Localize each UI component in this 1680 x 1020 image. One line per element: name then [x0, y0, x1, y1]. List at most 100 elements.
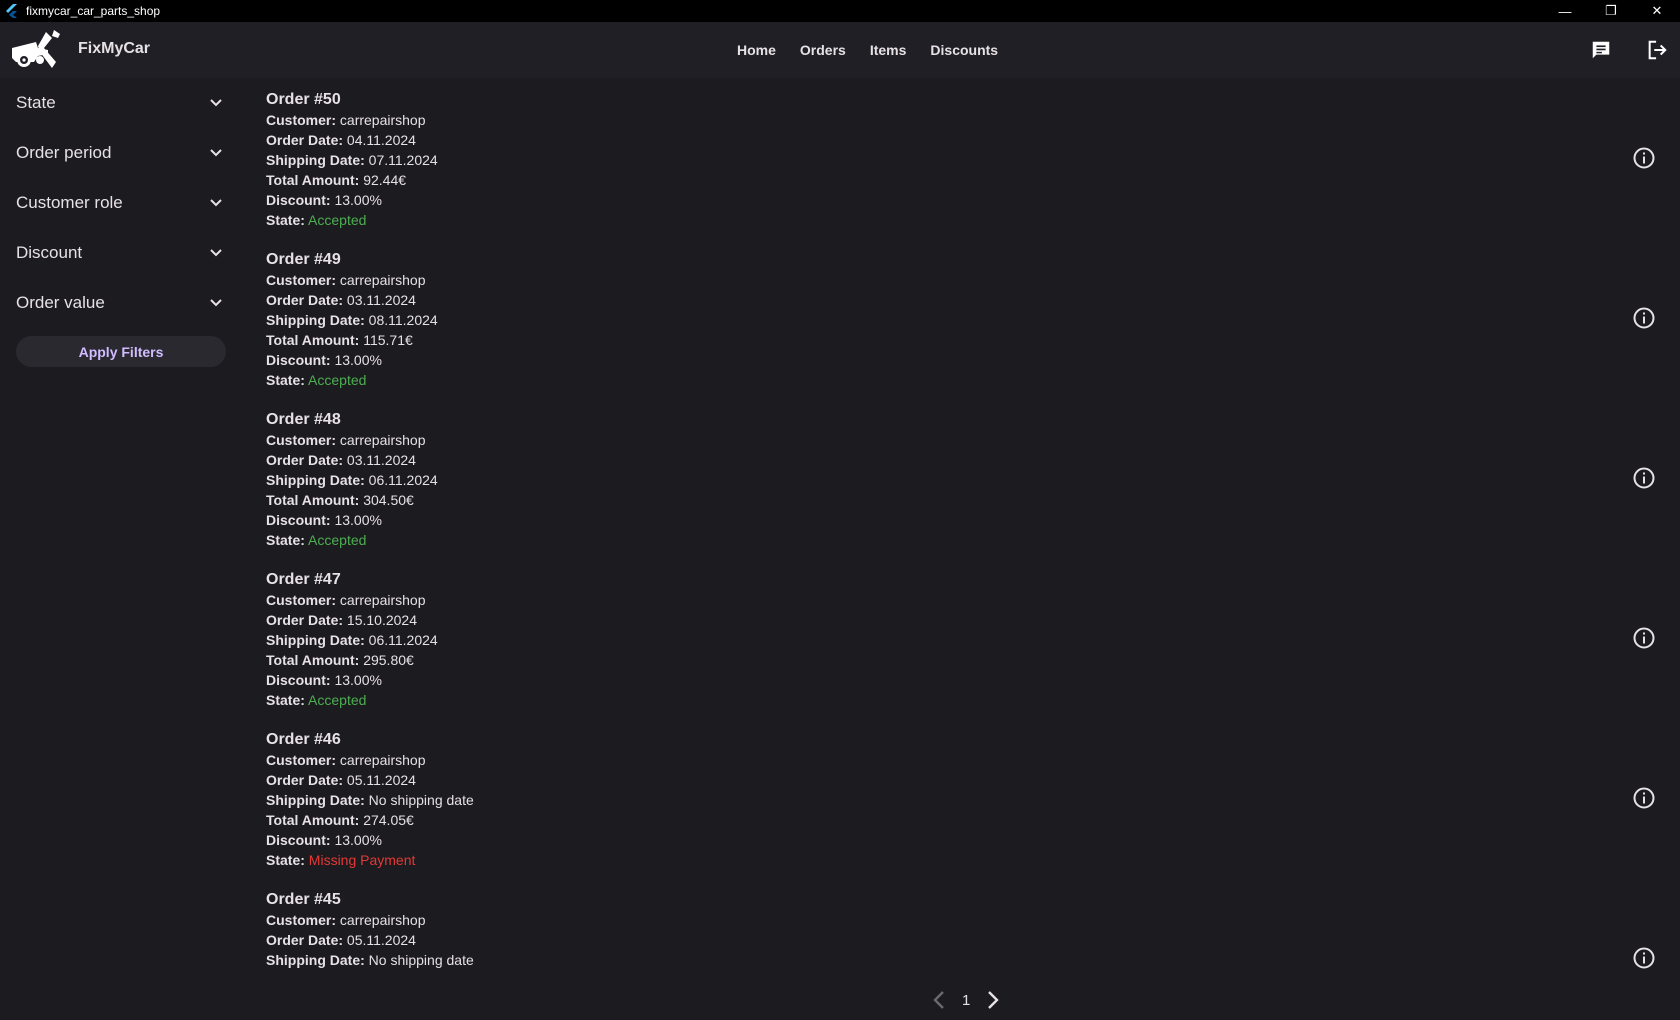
customer-label: Customer: — [266, 592, 337, 608]
discount-value: 13.00% — [334, 832, 382, 848]
state-label: State: — [266, 212, 305, 228]
discount-label: Discount: — [266, 192, 331, 208]
order-date-value: 05.11.2024 — [346, 932, 416, 948]
order-date-label: Order Date: — [266, 292, 344, 308]
state-value: Accepted — [308, 692, 367, 708]
order-card: Order #45 Customer: carrepairshop Order … — [266, 880, 1656, 980]
nav-orders[interactable]: Orders — [800, 42, 846, 58]
filter-order-value[interactable]: Order value — [16, 278, 224, 328]
window-title: fixmycar_car_parts_shop — [26, 4, 161, 18]
order-card: Order #50 Customer: carrepairshop Order … — [266, 80, 1656, 240]
order-date-label: Order Date: — [266, 132, 344, 148]
chevron-down-icon — [210, 249, 222, 257]
shipping-date-label: Shipping Date: — [266, 472, 365, 488]
order-card: Order #48 Customer: carrepairshop Order … — [266, 400, 1656, 560]
close-window-button[interactable]: ✕ — [1634, 0, 1680, 22]
customer-value: carrepairshop — [339, 112, 426, 128]
total-amount-label: Total Amount: — [266, 652, 360, 668]
info-icon[interactable] — [1632, 466, 1656, 490]
discount-label: Discount: — [266, 512, 331, 528]
restore-button[interactable]: ❐ — [1588, 0, 1634, 22]
apply-filters-button[interactable]: Apply Filters — [16, 336, 226, 367]
filter-customer-role[interactable]: Customer role — [16, 178, 224, 228]
minimize-button[interactable]: — — [1542, 0, 1588, 22]
logo-icon — [12, 30, 60, 68]
state-label: State: — [266, 692, 305, 708]
order-title: Order #45 — [266, 891, 341, 908]
order-title: Order #49 — [266, 251, 341, 268]
window-titlebar: fixmycar_car_parts_shop — ❐ ✕ — [0, 0, 1680, 22]
logout-icon[interactable] — [1644, 37, 1670, 63]
pagination: 1 — [930, 985, 1002, 1015]
chevron-down-icon — [210, 299, 222, 307]
customer-label: Customer: — [266, 432, 337, 448]
order-date-value: 03.11.2024 — [346, 292, 416, 308]
filter-discount[interactable]: Discount — [16, 228, 224, 278]
total-amount-value: 92.44€ — [363, 172, 407, 188]
shipping-date-value: 08.11.2024 — [368, 312, 438, 328]
info-icon[interactable] — [1632, 146, 1656, 170]
order-title: Order #50 — [266, 91, 341, 108]
filter-label: Discount — [16, 243, 83, 262]
customer-value: carrepairshop — [339, 912, 426, 928]
filter-label: Order period — [16, 143, 112, 162]
order-date-label: Order Date: — [266, 612, 344, 628]
order-date-value: 15.10.2024 — [346, 612, 417, 628]
total-amount-label: Total Amount: — [266, 492, 360, 508]
orders-list: Order #50 Customer: carrepairshop Order … — [266, 80, 1656, 980]
discount-value: 13.00% — [334, 672, 382, 688]
discount-value: 13.00% — [334, 352, 382, 368]
nav-home[interactable]: Home — [737, 42, 776, 58]
total-amount-value: 295.80€ — [363, 652, 414, 668]
shipping-date-label: Shipping Date: — [266, 952, 365, 968]
customer-label: Customer: — [266, 752, 337, 768]
total-amount-value: 274.05€ — [363, 812, 414, 828]
discount-value: 13.00% — [334, 192, 382, 208]
filter-label: Order value — [16, 293, 105, 312]
app-bar: FixMyCar Home Orders Items Discounts — [0, 22, 1680, 78]
info-icon[interactable] — [1632, 626, 1656, 650]
current-page: 1 — [962, 991, 971, 1009]
appbar-actions — [1588, 22, 1670, 78]
shipping-date-label: Shipping Date: — [266, 152, 365, 168]
shipping-date-value: 06.11.2024 — [368, 472, 438, 488]
discount-label: Discount: — [266, 672, 331, 688]
customer-value: carrepairshop — [339, 592, 426, 608]
nav-discounts[interactable]: Discounts — [930, 42, 998, 58]
discount-value: 13.00% — [334, 512, 382, 528]
order-title: Order #46 — [266, 731, 341, 748]
chevron-right-icon[interactable] — [984, 989, 1002, 1011]
filter-state[interactable]: State — [16, 78, 224, 128]
state-label: State: — [266, 852, 305, 868]
shipping-date-value: No shipping date — [368, 952, 474, 968]
order-date-value: 05.11.2024 — [346, 772, 416, 788]
total-amount-label: Total Amount: — [266, 172, 360, 188]
order-date-value: 04.11.2024 — [346, 132, 416, 148]
brand-name: FixMyCar — [78, 40, 151, 57]
chat-icon[interactable] — [1588, 37, 1614, 63]
filter-label: Customer role — [16, 193, 123, 212]
shipping-date-value: 06.11.2024 — [368, 632, 438, 648]
customer-value: carrepairshop — [339, 272, 426, 288]
nav-items[interactable]: Items — [870, 42, 907, 58]
filter-order-period[interactable]: Order period — [16, 128, 224, 178]
total-amount-value: 304.50€ — [363, 492, 414, 508]
customer-label: Customer: — [266, 912, 337, 928]
chevron-down-icon — [210, 199, 222, 207]
customer-value: carrepairshop — [339, 432, 426, 448]
shipping-date-label: Shipping Date: — [266, 632, 365, 648]
chevron-down-icon — [210, 99, 222, 107]
discount-label: Discount: — [266, 832, 331, 848]
state-value: Accepted — [308, 372, 367, 388]
info-icon[interactable] — [1632, 946, 1656, 970]
filter-sidebar: State Order period Customer role Discoun… — [0, 78, 240, 1020]
order-date-label: Order Date: — [266, 932, 344, 948]
info-icon[interactable] — [1632, 786, 1656, 810]
window-controls: — ❐ ✕ — [1542, 0, 1680, 22]
info-icon[interactable] — [1632, 306, 1656, 330]
order-card: Order #46 Customer: carrepairshop Order … — [266, 720, 1656, 880]
shipping-date-value: No shipping date — [368, 792, 474, 808]
chevron-left-icon[interactable] — [930, 989, 948, 1011]
total-amount-label: Total Amount: — [266, 812, 360, 828]
state-value: Accepted — [308, 212, 367, 228]
